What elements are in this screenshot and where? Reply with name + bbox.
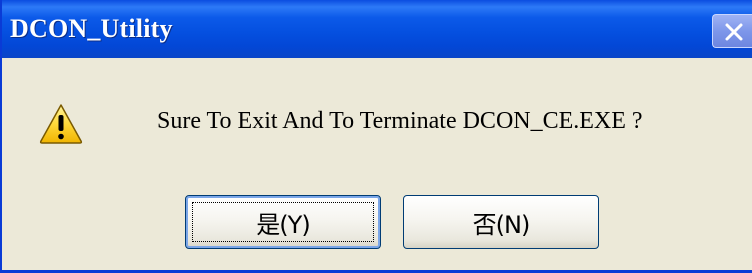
- no-button[interactable]: 否(N): [403, 195, 599, 249]
- close-icon: [725, 23, 743, 41]
- title-bar[interactable]: DCON_Utility: [2, 0, 752, 58]
- no-button-label: 否(N): [472, 210, 531, 239]
- dialog-body: Sure To Exit And To Terminate DCON_CE.EX…: [2, 58, 752, 270]
- yes-button[interactable]: 是(Y): [185, 195, 381, 249]
- warning-icon: [39, 104, 83, 144]
- dialog-message: Sure To Exit And To Terminate DCON_CE.EX…: [157, 108, 643, 134]
- yes-button-label: 是(Y): [256, 210, 310, 239]
- window-title: DCON_Utility: [10, 14, 173, 43]
- close-button[interactable]: [712, 14, 752, 48]
- dialog-window: DCON_Utility Sure To Exit And To Termina…: [0, 0, 752, 273]
- screen: DCON_Utility Sure To Exit And To Termina…: [0, 0, 752, 273]
